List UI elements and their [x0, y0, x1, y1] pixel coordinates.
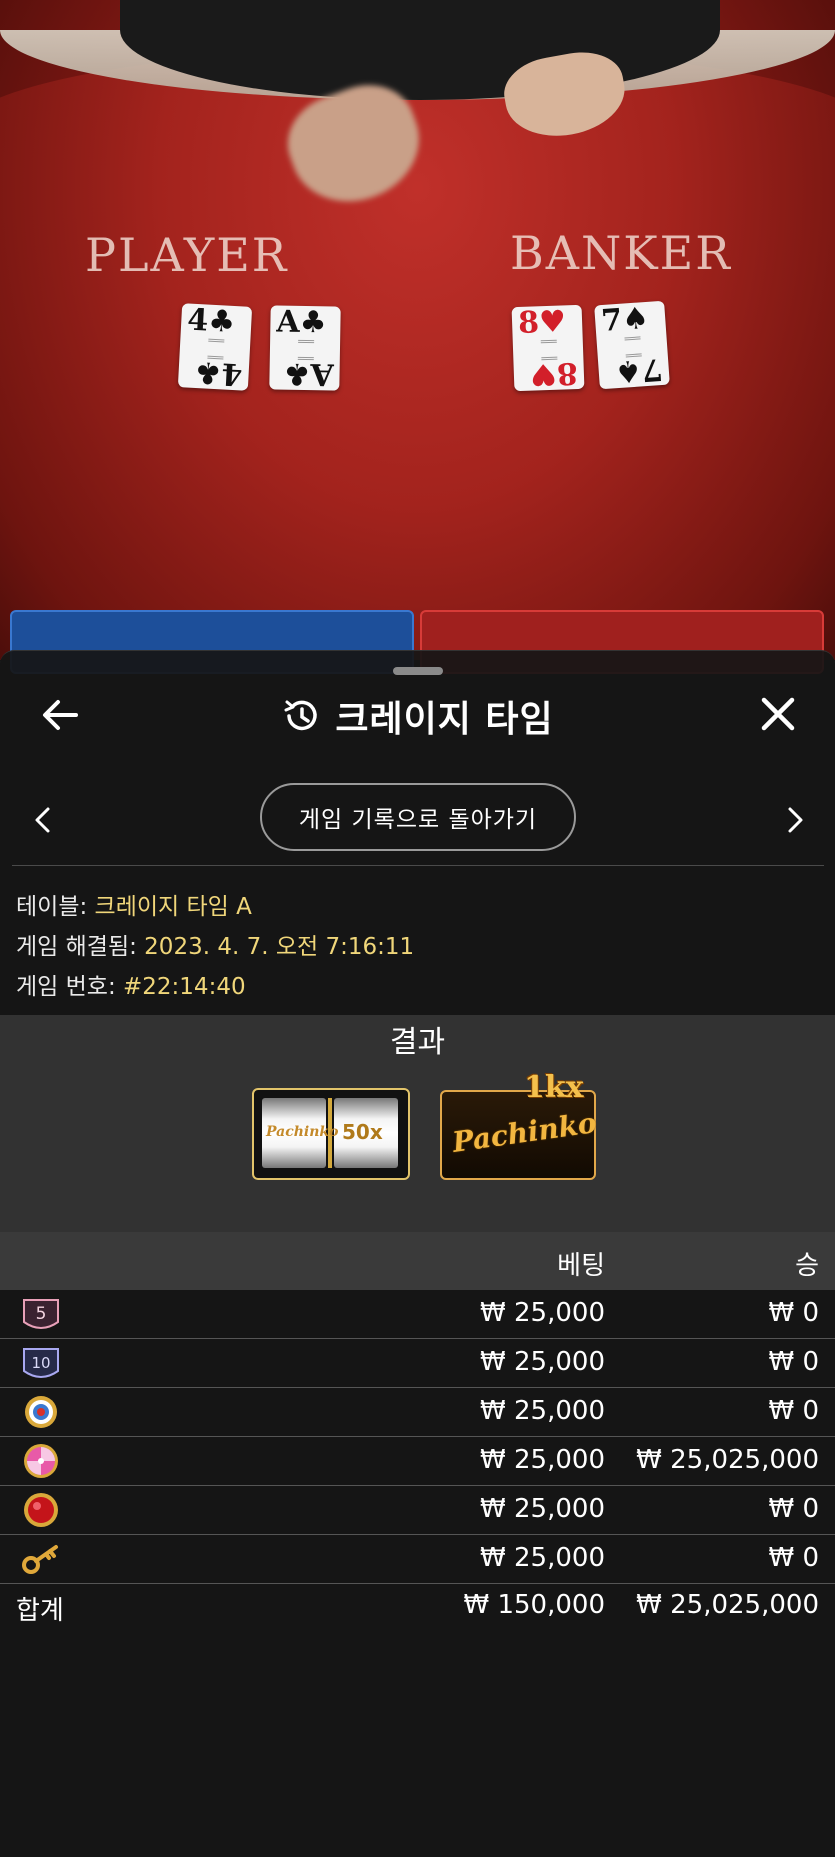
banker-card: 8♥ 8♥: [511, 304, 585, 392]
banker-card: 7♠ 7♠: [594, 300, 670, 390]
table-row: 10 ₩ 25,000 ₩ 0: [0, 1339, 835, 1388]
history-icon: [284, 700, 318, 731]
table-row: ₩ 25,000 ₩ 0: [0, 1388, 835, 1437]
svg-text:10: 10: [31, 1354, 50, 1372]
win-amount: ₩ 0: [768, 1298, 819, 1328]
coin-flip-icon: [25, 1396, 57, 1428]
table-row: ₩ 25,000 ₩ 0: [0, 1486, 835, 1535]
result-title: 결과: [389, 1025, 446, 1060]
bonus-name: Pachinko: [450, 1106, 599, 1159]
total-win: ₩ 25,025,000: [636, 1590, 819, 1620]
win-amount: ₩ 25,025,000: [636, 1445, 819, 1475]
table-name: 크레이지 타임 A: [94, 894, 252, 920]
player-card: 4♣ 4♣: [177, 303, 253, 391]
win-amount: ₩ 0: [768, 1347, 819, 1377]
sheet-drag-handle[interactable]: [393, 667, 443, 675]
table-row: 5 ₩ 25,000 ₩ 0: [0, 1290, 835, 1339]
live-video-background: PLAYER BANKER 4♣ 4♣ A♣ A♣ 8♥ 8♥ 7♠ 7♠: [0, 0, 835, 660]
crazy-time-icon: [24, 1493, 58, 1527]
bet-amount: ₩ 25,000: [480, 1298, 605, 1328]
win-amount: ₩ 0: [768, 1396, 819, 1426]
total-bet: ₩ 150,000: [463, 1590, 606, 1620]
number-5-icon: 5: [23, 1299, 59, 1329]
pachinko-icon: [24, 1444, 58, 1478]
cash-hunt-key-icon: [22, 1545, 58, 1574]
bet-amount: ₩ 25,000: [480, 1396, 605, 1426]
total-label: 합계: [16, 1596, 64, 1626]
bet-amount: ₩ 25,000: [480, 1494, 605, 1524]
resolved-info: 게임 해결됨: 2023. 4. 7. 오전 7:16:11: [16, 934, 415, 960]
chevron-left-icon[interactable]: [28, 803, 58, 837]
table-row: ₩ 25,000 ₩ 0: [0, 1535, 835, 1584]
win-amount: ₩ 0: [768, 1494, 819, 1524]
column-bet: 베팅: [557, 1251, 605, 1281]
bets-table-header: [0, 1232, 835, 1290]
table-info: 테이블: 크레이지 타임 A: [16, 894, 252, 920]
bonus-multiplier: 1kx: [524, 1070, 584, 1105]
sheet-header: 크레이지 타임: [0, 690, 835, 742]
bet-amount: ₩ 25,000: [480, 1543, 605, 1573]
slot-multiplier: 50x: [342, 1120, 383, 1144]
bet-amount: ₩ 25,000: [480, 1347, 605, 1377]
game-number: #22:14:40: [123, 974, 246, 1000]
player-label: PLAYER: [85, 228, 289, 282]
page-title: 크레이지 타임: [335, 699, 554, 740]
top-slot-result: Pachinko 50x: [252, 1088, 410, 1180]
banker-label: BANKER: [510, 226, 732, 280]
win-amount: ₩ 0: [768, 1543, 819, 1573]
total-row: 합계 ₩ 150,000 ₩ 25,025,000: [0, 1588, 835, 1634]
chevron-right-icon[interactable]: [780, 803, 810, 837]
pachinko-result-badge: Pachinko 1kx: [440, 1070, 599, 1180]
game-number-info: 게임 번호: #22:14:40: [16, 974, 246, 1000]
slot-bonus-name: Pachinko: [266, 1124, 339, 1140]
bet-amount: ₩ 25,000: [480, 1445, 605, 1475]
column-win: 승: [795, 1251, 819, 1281]
table-row: ₩ 25,000 ₩ 25,025,000: [0, 1437, 835, 1486]
resolved-time: 2023. 4. 7. 오전 7:16:11: [144, 934, 415, 960]
number-10-icon: 10: [23, 1348, 59, 1378]
svg-text:5: 5: [36, 1304, 47, 1324]
close-icon[interactable]: [756, 692, 800, 736]
back-to-history-button[interactable]: 게임 기록으로 돌아가기: [260, 783, 576, 851]
divider: [12, 865, 824, 866]
player-card: A♣ A♣: [269, 305, 341, 391]
